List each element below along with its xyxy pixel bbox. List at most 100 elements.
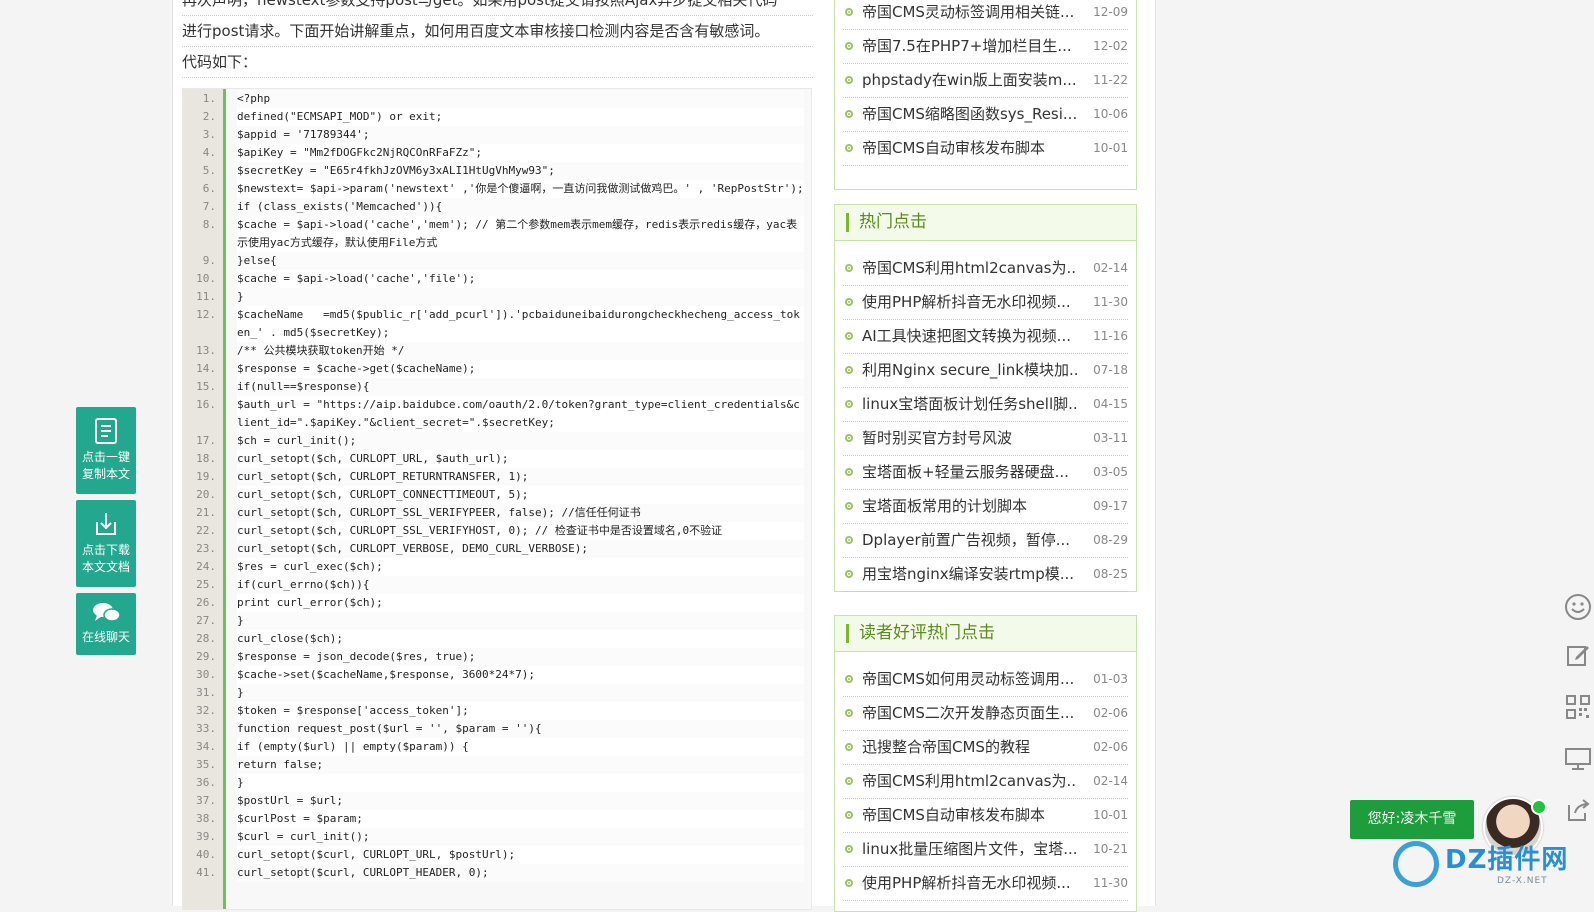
sidebar-list-item[interactable]: 帝国7.5在PHP7+增加栏目生... 12-02: [843, 30, 1128, 64]
sidebar-list-item[interactable]: 用宝塔nginx编译安装rtmp模... 08-25: [843, 558, 1128, 592]
item-title-link[interactable]: 宝塔面板常用的计划脚本: [862, 490, 1077, 523]
item-title-link[interactable]: 使用PHP解析抖音无水印视频...: [862, 286, 1077, 319]
share-icon[interactable]: [1563, 795, 1593, 825]
line-number: 27.: [196, 614, 216, 627]
item-date: 02-06: [1093, 740, 1128, 754]
item-title-link[interactable]: 帝国CMS利用html2canvas为...: [862, 252, 1077, 285]
sidebar-list-item[interactable]: 帝国CMS利用html2canvas为... 02-14: [843, 765, 1128, 799]
item-title-link[interactable]: Dplayer前置广告视频，暂停...: [862, 524, 1077, 557]
code-line: 32. $token = $response['access_token'];: [183, 702, 811, 720]
sidebar-list-item[interactable]: 暂时别买官方封号风波 03-11: [843, 422, 1128, 456]
code-text: $cacheName =md5($public_r['add_pcurl']).…: [237, 306, 804, 342]
smile-icon[interactable]: [1563, 592, 1593, 622]
item-date: 11-22: [1093, 73, 1128, 87]
site-watermark: DZ插件网 DZ-X.NET: [1393, 837, 1593, 895]
code-text: return false;: [237, 756, 804, 774]
code-text: print curl_error($ch);: [237, 594, 804, 612]
item-title-link[interactable]: linux批量压缩图片文件，宝塔...: [862, 833, 1077, 866]
sidebar-list-item[interactable]: 使用PHP解析抖音无水印视频... 11-30: [843, 286, 1128, 320]
chat-icon: [93, 603, 121, 622]
download-label-1: 点击下载: [81, 543, 130, 557]
item-title-link[interactable]: 帝国CMS自动审核发布脚本: [862, 799, 1077, 832]
watermark-logo-icon: [1393, 841, 1439, 887]
item-title-link[interactable]: 帝国CMS利用html2canvas为...: [862, 765, 1077, 798]
item-title-link[interactable]: phpstady在win版上面安装m...: [862, 64, 1077, 97]
copy-label-2: 复制本文: [81, 467, 130, 481]
bullet-icon: [845, 366, 853, 374]
sidebar-list-item[interactable]: AI工具快速把图文转换为视频... 11-16: [843, 320, 1128, 354]
sidebar-list-item[interactable]: 帝国CMS缩略图函数sys_Resi... 10-06: [843, 98, 1128, 132]
item-title-link[interactable]: 暂时别买官方封号风波: [862, 422, 1077, 455]
bullet-icon: [845, 434, 853, 442]
code-line: 10. $cache = $api->load('cache','file');: [183, 270, 811, 288]
code-text: $response = json_decode($res, true);: [237, 648, 804, 666]
item-title-link[interactable]: 帝国CMS缩略图函数sys_Resi...: [862, 98, 1077, 131]
code-line: 5. $secretKey = "E65r4fkhJzOVM6y3xALI1HtU…: [183, 162, 811, 180]
sidebar-list-item[interactable]: phpstady在win版上面安装m... 11-22: [843, 64, 1128, 98]
item-title-link[interactable]: 利用Nginx secure_link模块加...: [862, 354, 1077, 387]
item-title-link[interactable]: 用宝塔nginx编译安装rtmp模...: [862, 558, 1077, 591]
edit-icon[interactable]: [1563, 640, 1593, 670]
bullet-icon: [845, 298, 853, 306]
copy-label-1: 点击一键: [81, 450, 130, 464]
bullet-icon: [845, 570, 853, 578]
item-date: 10-06: [1093, 107, 1128, 121]
code-line: 24. $res = curl_exec($ch);: [183, 558, 811, 576]
sidebar-list-item[interactable]: 帝国CMS利用html2canvas为... 02-14: [843, 252, 1128, 286]
sidebar-list-item[interactable]: linux批量压缩图片文件，宝塔... 10-21: [843, 833, 1128, 867]
code-line: 4. $apiKey = "Mm2fDOGFkc2NjRQCOnRFaFZz";: [183, 144, 811, 162]
line-number: 32.: [196, 704, 216, 717]
item-title-link[interactable]: AI工具快速把图文转换为视频...: [862, 320, 1077, 353]
item-title-link[interactable]: 帝国CMS如何用灵动标签调用...: [862, 663, 1077, 696]
code-text: $appid = '71789344';: [237, 126, 804, 144]
sidebar-list-item[interactable]: 帝国CMS灵动标签调用相关链... 12-09: [843, 0, 1128, 30]
download-article-button[interactable]: 点击下载 本文文档: [76, 500, 136, 587]
review-box: 读者好评热门点击 帝国CMS如何用灵动标签调用... 01-03 帝国CMS二次开发…: [834, 615, 1137, 912]
sidebar-list-item[interactable]: 帝国CMS如何用灵动标签调用... 01-03: [843, 663, 1128, 697]
item-title-link[interactable]: 帝国7.5在PHP7+增加栏目生...: [862, 30, 1077, 63]
copy-article-button[interactable]: 点击一键 复制本文: [76, 407, 136, 494]
code-text: curl_setopt($ch, CURLOPT_VERBOSE, DEMO_C…: [237, 540, 804, 558]
sidebar-list-item[interactable]: 迅搜整合帝国CMS的教程 02-06: [843, 731, 1128, 765]
code-text: /** 公共模块获取token开始 */: [237, 342, 804, 360]
code-line: 25. if(curl_errno($ch)){: [183, 576, 811, 594]
sidebar-list-item[interactable]: Dplayer前置广告视频，暂停... 08-29: [843, 524, 1128, 558]
online-chat-button[interactable]: 在线聊天: [76, 593, 136, 655]
line-number: 29.: [196, 650, 216, 663]
code-text: $auth_url = "https://aip.baidubce.com/oa…: [237, 396, 804, 432]
sidebar-list-item[interactable]: 宝塔面板+轻量云服务器硬盘... 03-05: [843, 456, 1128, 490]
code-line: 36.}: [183, 774, 811, 792]
greeting-bubble[interactable]: 您好:凌木千雪: [1350, 800, 1474, 839]
code-block[interactable]: 1. <?php 2. defined("ECMSAPI_MOD") or exit;…: [182, 88, 812, 910]
sidebar-list-item[interactable]: 使用PHP解析抖音无水印视频... 11-30: [843, 867, 1128, 901]
code-line: 31.}: [183, 684, 811, 702]
bullet-icon: [845, 777, 853, 785]
sidebar-list-item[interactable]: linux宝塔面板计划任务shell脚... 04-15: [843, 388, 1128, 422]
line-number: 12.: [196, 308, 216, 321]
code-line: 7. if (class_exists('Memcached')){: [183, 198, 811, 216]
item-title-link[interactable]: 帝国CMS自动审核发布脚本: [862, 132, 1077, 165]
sidebar-list-item[interactable]: 帝国CMS二次开发静态页面生... 02-06: [843, 697, 1128, 731]
item-title-link[interactable]: 使用PHP解析抖音无水印视频...: [862, 867, 1077, 900]
sidebar-list-item[interactable]: 帝国CMS自动审核发布脚本 10-01: [843, 132, 1128, 166]
qrcode-icon[interactable]: [1563, 692, 1593, 722]
item-title-link[interactable]: 迅搜整合帝国CMS的教程: [862, 731, 1077, 764]
article-intro: 再次声明，newstext参数支持post与get。如果用post提交请按照Aj…: [182, 0, 813, 78]
line-number: 38.: [196, 812, 216, 825]
item-title-link[interactable]: 帝国CMS灵动标签调用相关链...: [862, 0, 1077, 29]
line-number: 41.: [196, 866, 216, 879]
sidebar-list-item[interactable]: 宝塔面板常用的计划脚本 09-17: [843, 490, 1128, 524]
item-title-link[interactable]: 宝塔面板+轻量云服务器硬盘...: [862, 456, 1077, 489]
line-number: 28.: [196, 632, 216, 645]
line-number: 5.: [202, 164, 216, 177]
sidebar-list-item[interactable]: 帝国CMS自动审核发布脚本 10-01: [843, 799, 1128, 833]
monitor-icon[interactable]: [1563, 744, 1593, 774]
item-title-link[interactable]: linux宝塔面板计划任务shell脚...: [862, 388, 1077, 421]
item-date: 09-17: [1093, 499, 1128, 513]
code-line: 40. curl_setopt($curl, CURLOPT_URL, $post…: [183, 846, 811, 864]
code-text: if(null==$response){: [237, 378, 804, 396]
line-number: 21.: [196, 506, 216, 519]
item-title-link[interactable]: 帝国CMS二次开发静态页面生...: [862, 697, 1077, 730]
code-line: 41. curl_setopt($curl, CURLOPT_HEADER, 0)…: [183, 864, 811, 882]
sidebar-list-item[interactable]: 利用Nginx secure_link模块加... 07-18: [843, 354, 1128, 388]
